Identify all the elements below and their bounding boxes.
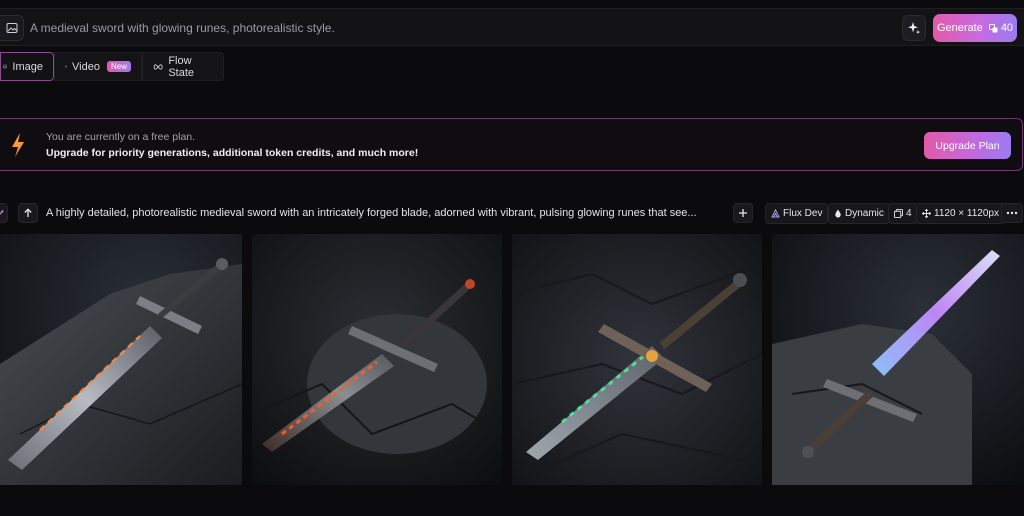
generate-button[interactable]: Generate 40 [933, 14, 1017, 42]
sword-image [512, 234, 762, 485]
tab-image-label: Image [12, 60, 43, 73]
move-arrows-icon [922, 209, 931, 218]
tab-flow-state-label: Flow State [168, 54, 194, 79]
wand-icon [0, 208, 4, 214]
infinity-icon [153, 63, 163, 70]
arrow-up-icon [24, 208, 32, 217]
dimensions-chip[interactable]: 1120 × 1120px [916, 203, 1005, 224]
images-icon [894, 209, 903, 218]
tab-flow-state[interactable]: Flow State [142, 52, 224, 81]
more-horizontal-icon [1006, 211, 1018, 215]
sparkle-icon [908, 22, 920, 34]
prompt-bar: A medieval sword with glowing runes, pho… [0, 8, 1024, 46]
model-chip[interactable]: Flux Dev [765, 203, 829, 224]
generate-label: Generate [936, 22, 983, 34]
generated-image-2[interactable] [252, 234, 502, 485]
upgrade-plan-button[interactable]: Upgrade Plan [924, 132, 1011, 159]
free-plan-banner: You are currently on a free plan. Upgrad… [0, 118, 1023, 171]
plus-icon [739, 209, 747, 217]
token-icon [988, 23, 998, 32]
lightning-icon [12, 133, 24, 157]
banner-upgrade-text: Upgrade for priority generations, additi… [46, 147, 419, 159]
image-upload-button[interactable] [0, 15, 24, 41]
generation-header: A highly detailed, photorealistic mediev… [0, 203, 1024, 225]
tab-image[interactable]: Image [0, 52, 54, 81]
image-dimensions: 1120 × 1120px [934, 208, 999, 219]
tab-video[interactable]: Video New [54, 52, 142, 81]
generated-image-3[interactable] [512, 234, 762, 485]
image-grid [0, 234, 1024, 485]
flux-logo-icon [771, 209, 780, 218]
sword-image [252, 234, 502, 485]
image-count: 4 [906, 208, 912, 219]
image-icon [3, 64, 8, 69]
sword-image [772, 234, 1024, 485]
media-type-tabs: Image Video New Flow State [0, 52, 224, 82]
drop-icon [835, 209, 841, 218]
new-badge: New [106, 61, 131, 72]
model-name: Flux Dev [783, 208, 823, 219]
token-cost: 40 [988, 22, 1014, 34]
generation-prompt-text: A highly detailed, photorealistic mediev… [46, 207, 697, 219]
tab-video-label: Video [72, 60, 100, 73]
token-cost-value: 40 [1000, 22, 1014, 34]
generated-image-4[interactable] [772, 234, 1024, 485]
style-chip[interactable]: Dynamic [828, 203, 890, 224]
style-name: Dynamic [845, 208, 884, 219]
generated-image-1[interactable] [0, 234, 242, 485]
sword-image [0, 234, 242, 485]
more-options-button[interactable] [1001, 203, 1023, 223]
video-icon [65, 65, 67, 68]
image-count-chip[interactable]: 4 [888, 203, 918, 224]
magic-icon-button[interactable] [0, 203, 8, 223]
enhance-prompt-button[interactable] [902, 15, 926, 41]
add-button[interactable] [733, 203, 753, 223]
banner-plan-text: You are currently on a free plan. [46, 131, 196, 143]
image-icon [6, 23, 17, 33]
prompt-input[interactable]: A medieval sword with glowing runes, pho… [30, 21, 335, 35]
reuse-prompt-button[interactable] [18, 203, 38, 223]
